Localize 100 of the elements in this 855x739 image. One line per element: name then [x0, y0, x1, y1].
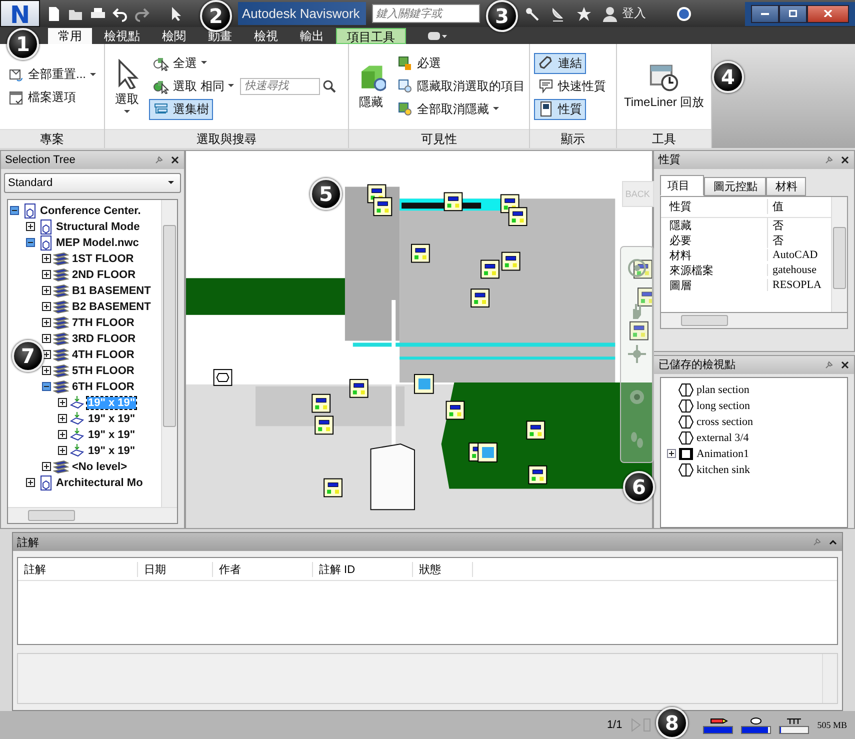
expand-toggle[interactable] — [42, 302, 51, 312]
image-marker-icon[interactable] — [477, 442, 498, 462]
tree-item[interactable]: Conference Center. — [39, 204, 142, 217]
tree-item[interactable]: Structural Mode — [55, 220, 141, 233]
tool-button[interactable]: 選集樹 — [149, 98, 213, 120]
tree-item[interactable]: B2 BASEMENT — [71, 300, 152, 313]
tree-item[interactable]: 1ST FLOOR — [71, 252, 135, 265]
tree-item[interactable]: 2ND FLOOR — [71, 268, 137, 281]
marker-icon[interactable] — [500, 252, 520, 271]
large-tool-button[interactable]: 隱藏 — [353, 58, 389, 114]
ribbon-tab[interactable]: 項目工具 — [336, 28, 406, 44]
ribbon-tab[interactable]: 輸出 — [290, 28, 334, 44]
tool-button[interactable]: 性質 — [534, 98, 586, 120]
marker-icon[interactable] — [314, 416, 334, 434]
viewpoint-marker-icon[interactable] — [212, 368, 232, 386]
viewpoint-item[interactable]: external 3/4 — [696, 432, 749, 444]
collapse-icon[interactable] — [828, 537, 838, 548]
close-button[interactable] — [807, 4, 849, 22]
application-menu-button[interactable]: N — [0, 0, 40, 27]
viewpoint-item[interactable]: plan section — [696, 384, 750, 396]
close-icon[interactable] — [840, 154, 850, 165]
satellite-dish-icon[interactable] — [550, 6, 566, 22]
properties-tab[interactable]: 材料 — [766, 176, 806, 196]
restore-button[interactable] — [779, 4, 807, 22]
ribbon-tab[interactable]: 檢閱 — [152, 28, 196, 44]
tree-item[interactable]: 6TH FLOOR — [71, 380, 136, 393]
large-tool-button[interactable]: 選取 — [109, 56, 145, 117]
tree-item[interactable]: Architectural Mo — [55, 476, 144, 489]
marker-icon[interactable] — [526, 420, 545, 440]
pin-icon[interactable] — [154, 154, 164, 165]
close-icon[interactable] — [170, 154, 180, 165]
large-tool-button[interactable]: TimeLiner 回放 — [621, 58, 708, 114]
ribbon-tab[interactable]: 檢視 — [244, 28, 288, 44]
expand-toggle[interactable] — [42, 286, 51, 296]
marker-icon[interactable] — [508, 206, 527, 226]
undo-icon[interactable] — [112, 6, 128, 22]
vertical-scrollbar[interactable] — [831, 196, 848, 312]
expand-toggle[interactable] — [58, 414, 67, 424]
tool-button[interactable]: 全部取消隱藏 — [393, 98, 503, 120]
marker-icon[interactable] — [480, 260, 499, 278]
collapse-toggle[interactable] — [10, 206, 19, 216]
help-icon[interactable] — [676, 6, 692, 22]
expand-toggle[interactable] — [26, 222, 35, 232]
image-marker-icon[interactable] — [414, 374, 434, 394]
viewpoint-item[interactable]: Animation1 — [696, 448, 750, 460]
marker-icon[interactable] — [349, 378, 368, 398]
viewpoint-item[interactable]: kitchen sink — [696, 464, 750, 476]
properties-tab[interactable]: 項目 — [660, 174, 704, 196]
redo-icon[interactable] — [134, 6, 150, 22]
tool-button[interactable]: 選取 相同 — [149, 76, 238, 97]
marker-icon[interactable] — [372, 197, 392, 216]
tool-button[interactable]: 必選 — [393, 52, 445, 74]
marker-icon[interactable] — [528, 465, 547, 484]
tool-button[interactable]: 全部重置... — [4, 64, 100, 86]
marker-icon[interactable] — [410, 244, 430, 263]
expand-toggle[interactable] — [58, 398, 67, 408]
marker-icon[interactable] — [311, 394, 330, 413]
expand-toggle[interactable] — [42, 270, 51, 280]
tool-button[interactable]: 快速性質 — [534, 76, 610, 97]
tree-item[interactable]: B1 BASEMENT — [71, 284, 152, 297]
tree-item[interactable]: 19" x 19" — [87, 412, 136, 425]
vertical-scrollbar[interactable] — [160, 200, 177, 508]
tool-button[interactable]: 全選 — [149, 52, 211, 74]
pin-icon[interactable] — [824, 154, 834, 165]
tree-item[interactable]: 4TH FLOOR — [71, 348, 136, 361]
expand-toggle[interactable] — [42, 254, 51, 264]
viewpoint-item[interactable]: long section — [696, 400, 750, 412]
tree-item[interactable]: 5TH FLOOR — [71, 364, 136, 377]
pin-icon[interactable] — [824, 360, 834, 370]
marker-icon[interactable] — [637, 287, 652, 306]
collapse-toggle[interactable] — [26, 238, 35, 248]
sign-in-button[interactable]: 登入 — [602, 5, 646, 22]
marker-icon[interactable] — [443, 192, 462, 211]
expand-toggle[interactable] — [58, 446, 67, 456]
ribbon-tab[interactable]: 檢視點 — [94, 28, 150, 44]
new-file-icon[interactable] — [46, 6, 62, 22]
expand-toggle[interactable] — [42, 318, 51, 328]
tree-item[interactable]: 19" x 19" — [87, 428, 136, 441]
tree-item[interactable]: 19" x 19" — [87, 444, 136, 457]
expand-toggle[interactable] — [58, 430, 67, 440]
keyword-search-field[interactable]: 鍵入關鍵字或 — [372, 4, 480, 23]
expand-toggle[interactable] — [42, 334, 51, 344]
properties-tab[interactable]: 圖元控點 — [704, 176, 766, 196]
tree-item[interactable]: 7TH FLOOR — [71, 316, 136, 329]
marker-icon[interactable] — [445, 400, 464, 420]
collapse-toggle[interactable] — [42, 382, 51, 392]
horizontal-scrollbar[interactable] — [660, 312, 848, 329]
tree-mode-dropdown[interactable]: Standard — [4, 172, 181, 193]
steering-wheel-icon[interactable] — [626, 258, 647, 278]
ribbon-toggle-icon[interactable] — [428, 32, 448, 40]
marker-icon[interactable] — [470, 288, 490, 308]
tool-button[interactable]: 隱藏取消選取的項目 — [393, 76, 529, 97]
minimize-button[interactable] — [751, 4, 779, 22]
ribbon-tab[interactable]: 常用 — [48, 28, 92, 44]
viewpoint-item[interactable]: cross section — [696, 416, 753, 428]
tool-button[interactable]: 檔案選項 — [4, 87, 80, 108]
tree-item[interactable]: MEP Model.nwc — [55, 236, 140, 249]
expand-toggle[interactable] — [42, 366, 51, 376]
marker-icon[interactable] — [629, 321, 648, 340]
quick-find-field[interactable]: 快速尋找 — [240, 78, 320, 95]
